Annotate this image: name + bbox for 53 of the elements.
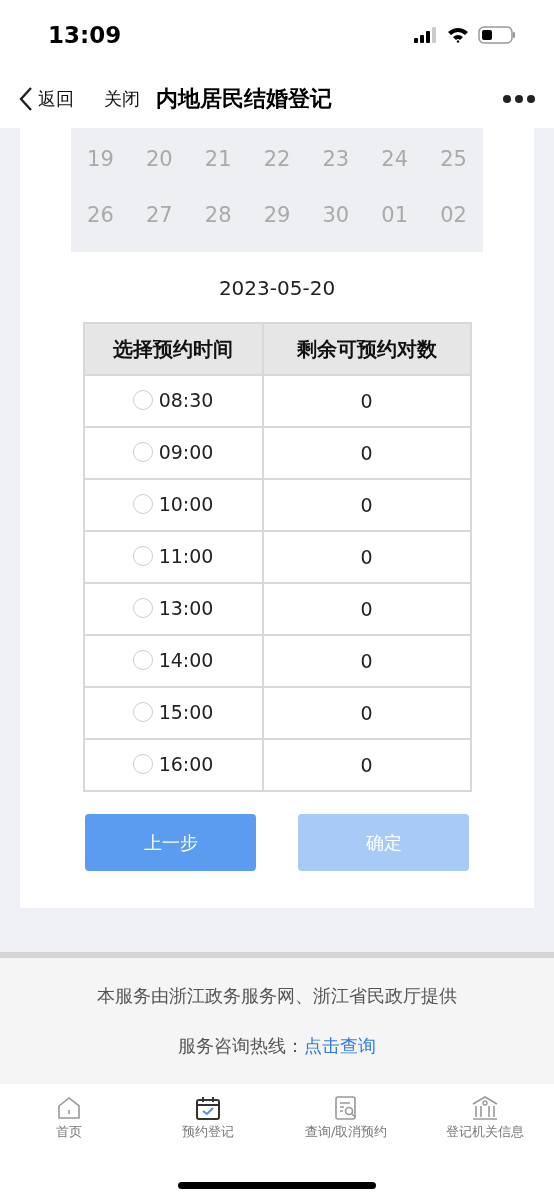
table-cell: 0 [262,375,471,427]
time-label: 13:00 [158,596,214,619]
table-cell: 0 [262,583,471,635]
close-button[interactable]: 关闭 [104,87,140,111]
home-icon [56,1095,83,1121]
page-title: 内地居民结婚登记 [156,85,333,113]
calendar-icon [194,1095,221,1121]
calendar-day[interactable]: 19 [71,134,130,190]
calendar-day[interactable]: 25 [424,134,483,190]
previous-button[interactable]: 上一步 [85,814,256,871]
calendar-day[interactable]: 26 [71,190,130,246]
calendar-day[interactable]: 29 [247,190,307,246]
battery-icon [478,26,516,44]
status-time: 13:09 [48,22,122,48]
time-label: 08:30 [158,388,214,411]
provider-text: 本服务由浙江政务服务网、浙江省民政厅提供 [97,984,457,1008]
table-cell: 0 [262,531,471,583]
calendar-day[interactable]: 28 [188,190,248,246]
time-label: 14:00 [158,648,214,671]
calendar-day[interactable]: 21 [188,134,248,190]
hotline-link[interactable]: 点击查询 [304,1035,376,1056]
calendar-day[interactable]: 24 [365,134,425,190]
signal-icon [414,27,438,43]
time-label: 15:00 [158,700,214,723]
table-cell: 0 [262,739,471,791]
calendar-day[interactable]: 02 [424,190,483,246]
column-header: 选择预约时间 [83,323,263,375]
table-cell: 0 [262,479,471,531]
calendar-day[interactable]: 23 [306,134,366,190]
tab-bar-item[interactable]: 查询/取消预约 [277,1094,416,1156]
tab-bar-item[interactable]: 登记机关信息 [415,1094,554,1156]
time-label: 09:00 [158,440,214,463]
more-icon[interactable] [502,94,536,104]
back-button[interactable]: 返回 [18,86,74,112]
wifi-icon [446,26,470,44]
calendar-day[interactable]: 30 [306,190,366,246]
table-cell: 0 [262,687,471,739]
time-label: 11:00 [158,544,214,567]
calendar-day[interactable]: 22 [247,134,307,190]
column-header: 剩余可预约对数 [262,323,471,375]
time-label: 16:00 [158,752,214,775]
calendar-day[interactable]: 27 [129,190,189,246]
tab-bar-item[interactable]: 首页 [0,1094,139,1156]
table-cell: 0 [262,635,471,687]
calendar-day[interactable]: 01 [365,190,425,246]
calendar-day[interactable]: 20 [129,134,189,190]
tab-bar-item[interactable]: 预约登记 [138,1094,277,1156]
back-icon [18,86,34,112]
selected-date: 2023-05-20 [218,276,336,300]
time-label: 10:00 [158,492,214,515]
table-cell: 0 [262,427,471,479]
building-icon [470,1095,499,1121]
hotline-label: 服务咨询热线： [178,1035,304,1056]
